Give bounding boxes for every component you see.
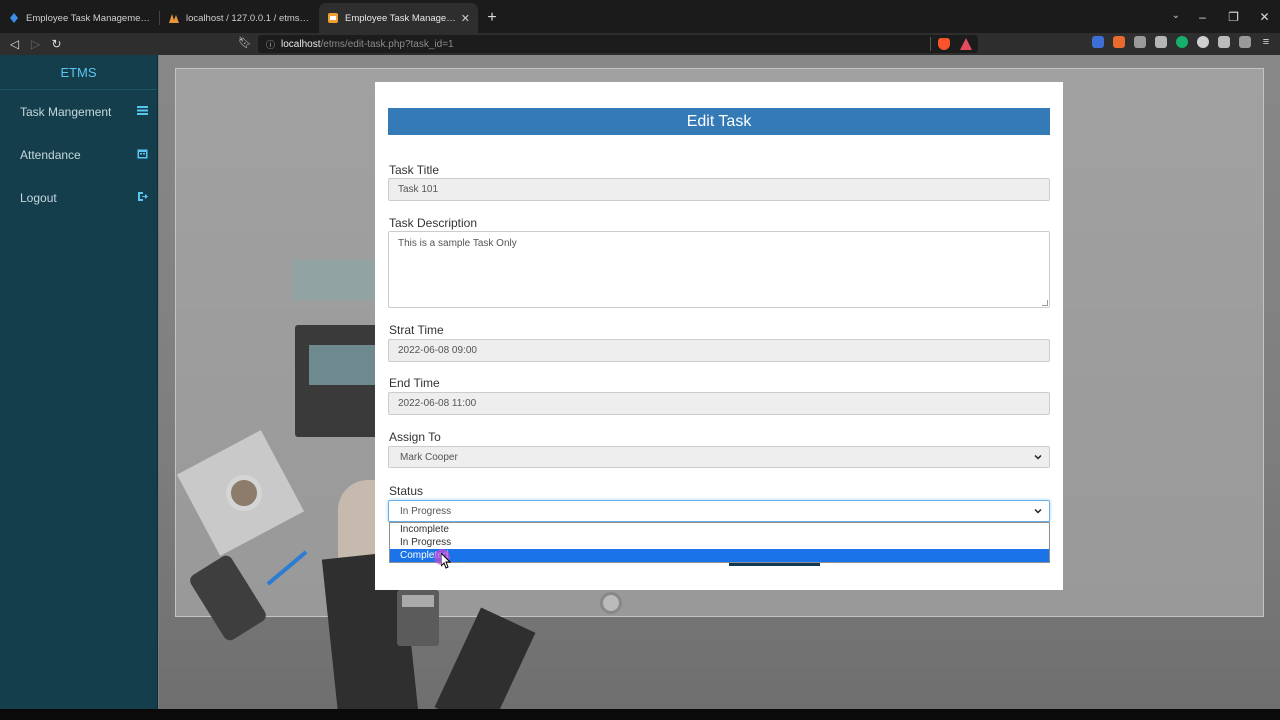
url-host: localhost	[281, 38, 321, 50]
task-title-label: Task Title	[389, 163, 440, 177]
calendar-icon	[137, 149, 148, 159]
sign-out-icon	[138, 192, 148, 201]
laptop-illustration	[295, 325, 385, 437]
status-option-completed[interactable]: Completed	[390, 549, 1049, 562]
list-icon	[137, 106, 148, 115]
browser-tab-3-active[interactable]: Employee Task Management System ✕	[319, 3, 478, 33]
wallet-icon[interactable]	[1239, 36, 1251, 48]
etms-favicon-icon	[10, 13, 18, 23]
close-window-icon[interactable]: ✕	[1249, 10, 1280, 24]
sidebar-item-label: Logout	[20, 190, 57, 205]
mouse-cursor-icon	[441, 553, 451, 569]
browser-tab-2-title: localhost / 127.0.0.1 / etms_db | phpMyA…	[186, 12, 311, 24]
browser-toolbar: ◁ ▷ ↻ 🔖︎ ⓘ localhost/etms/edit-task.php?…	[0, 33, 1280, 55]
address-bar-divider	[930, 37, 931, 51]
sidebar-item-attendance[interactable]: Attendance	[0, 133, 157, 176]
extension-icons: ≡	[1092, 36, 1272, 48]
grammarly-extension-icon[interactable]	[1176, 36, 1188, 48]
phpmyadmin-favicon-icon	[169, 14, 179, 23]
minimize-icon[interactable]: –	[1187, 10, 1218, 24]
sidebar: ETMS Task Mangement Attendance Logout	[0, 55, 158, 709]
extensions-puzzle-icon[interactable]	[1218, 36, 1230, 48]
sidebar-item-logout[interactable]: Logout	[0, 176, 157, 219]
tab-search-chevron-icon[interactable]: ⌄	[1172, 10, 1180, 21]
swift-extension-icon[interactable]	[1113, 36, 1125, 48]
dark-mode-extension-icon[interactable]	[1197, 36, 1209, 48]
keyboard-illustration	[292, 260, 377, 300]
shield-extension-icon[interactable]	[1155, 36, 1167, 48]
address-bar[interactable]: ⓘ localhost/etms/edit-task.php?task_id=1	[258, 35, 978, 53]
status-label: Status	[389, 484, 424, 498]
chevron-down-icon	[1034, 454, 1042, 460]
task-description-textarea[interactable]: This is a sample Task Only	[388, 231, 1050, 308]
sidebar-item-label: Task Mangement	[20, 104, 112, 119]
resize-handle-icon[interactable]	[1042, 300, 1048, 306]
new-tab-button[interactable]: +	[478, 3, 506, 33]
browser-tab-3-title: Employee Task Management System	[345, 12, 457, 24]
edit-task-form: Edit Task Task Title Task 101 Task Descr…	[375, 82, 1063, 590]
assign-to-value: Mark Cooper	[400, 451, 458, 463]
status-dropdown-list: Incomplete In Progress Completed	[389, 522, 1050, 563]
status-value: In Progress	[400, 505, 452, 517]
assign-to-select[interactable]: Mark Cooper	[388, 446, 1050, 468]
back-icon[interactable]: ◁	[4, 37, 25, 51]
translate-extension-icon[interactable]	[1092, 36, 1104, 48]
status-option-in-progress[interactable]: In Progress	[390, 536, 1049, 549]
bottom-bar	[0, 709, 1280, 720]
end-time-label: End Time	[389, 376, 440, 390]
etms-favicon-icon	[328, 13, 338, 23]
end-time-input[interactable]: 2022-06-08 11:00	[388, 392, 1050, 415]
start-time-input[interactable]: 2022-06-08 09:00	[388, 339, 1050, 362]
browser-tab-1-title: Employee Task Management System	[26, 12, 151, 24]
task-description-text: This is a sample Task Only	[398, 238, 517, 249]
watch-illustration	[600, 592, 622, 614]
restore-icon[interactable]: ❐	[1218, 10, 1249, 24]
assign-to-label: Assign To	[389, 430, 441, 444]
browser-tab-2[interactable]: localhost / 127.0.0.1 / etms_db | phpMyA…	[160, 3, 319, 33]
sidebar-item-label: Attendance	[20, 147, 81, 162]
brand-logo[interactable]: ETMS	[0, 55, 157, 90]
coffee-cup-illustration	[226, 475, 262, 511]
reload-icon[interactable]: ↻	[46, 37, 67, 51]
calculator-illustration	[397, 590, 439, 646]
brave-rewards-icon[interactable]	[960, 38, 972, 50]
status-select[interactable]: In Progress	[388, 500, 1050, 522]
start-time-label: Strat Time	[389, 323, 444, 337]
window-controls: – ❐ ✕	[1187, 0, 1280, 33]
chevron-down-icon	[1034, 508, 1042, 514]
url-path: /etms/edit-task.php?task_id=1	[320, 38, 454, 50]
sidebar-item-task-management[interactable]: Task Mangement	[0, 90, 157, 133]
browser-tab-1[interactable]: Employee Task Management System	[0, 3, 159, 33]
camera-extension-icon[interactable]	[1134, 36, 1146, 48]
task-description-label: Task Description	[389, 216, 478, 230]
brave-shields-icon[interactable]	[938, 38, 950, 50]
close-tab-icon[interactable]: ✕	[461, 12, 470, 25]
site-info-icon[interactable]: ⓘ	[266, 38, 275, 51]
forward-icon[interactable]: ▷	[25, 37, 46, 51]
browser-menu-icon[interactable]: ≡	[1260, 36, 1272, 48]
task-title-input[interactable]: Task 101	[388, 178, 1050, 201]
web-page: ETMS Task Mangement Attendance Logout Ed…	[0, 55, 1280, 709]
form-title: Edit Task	[388, 108, 1050, 135]
status-option-incomplete[interactable]: Incomplete	[390, 523, 1049, 536]
browser-tab-bar: Employee Task Management System localhos…	[0, 0, 1280, 33]
bookmark-icon[interactable]: 🔖︎	[238, 36, 252, 49]
